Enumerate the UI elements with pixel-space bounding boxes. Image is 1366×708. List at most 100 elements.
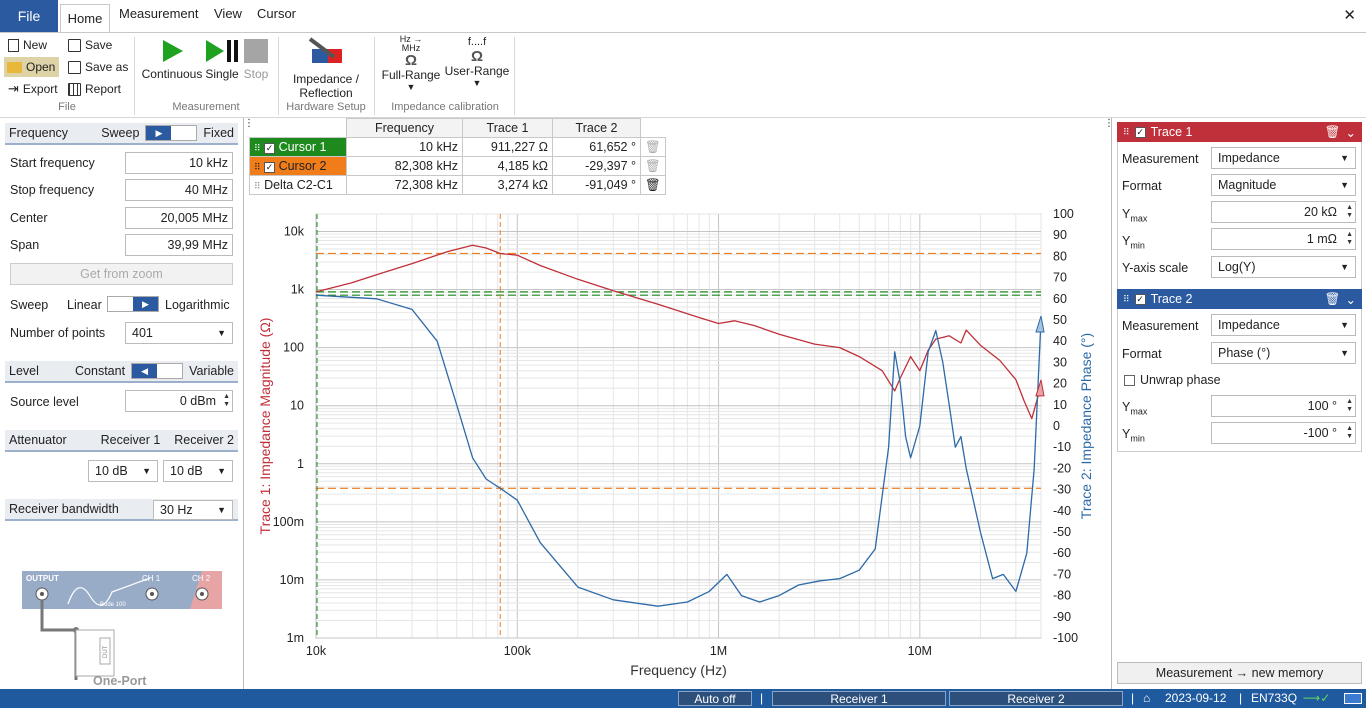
- status-date: 2023-09-12: [1165, 691, 1227, 705]
- spinner-icon[interactable]: ▲ ▼: [1346, 425, 1353, 441]
- trash-icon[interactable]: 🗑: [640, 175, 666, 195]
- status-bar: Auto off | Receiver 1 Receiver 2 | ⌂ 202…: [0, 689, 1366, 708]
- impedance-chart[interactable]: 10k 100k 1M 10M10k1k100101100m10m1m10090807…: [248, 200, 1108, 688]
- y2-tick-label: -40: [1053, 504, 1071, 518]
- grip-icon: ⠿: [1123, 293, 1130, 304]
- tab-home[interactable]: Home: [60, 4, 110, 32]
- trace2-format-label: Format: [1122, 347, 1162, 361]
- y2-tick-label: -100: [1053, 631, 1078, 645]
- spinner-icon[interactable]: ▲ ▼: [1346, 231, 1353, 247]
- checkbox-icon[interactable]: [1124, 374, 1135, 386]
- chevron-down-icon: ▼: [472, 78, 482, 88]
- checkbox-icon[interactable]: ✓: [264, 143, 276, 154]
- user-range-button[interactable]: f....f Ω User-Range ▼: [444, 35, 510, 88]
- continuous-button[interactable]: Continuous: [140, 38, 204, 81]
- export-icon: ⇥: [8, 81, 19, 96]
- table-row[interactable]: ⠿ Delta C2-C1 72,308 kHz 3,274 kΩ -91,04…: [249, 175, 666, 195]
- trash-icon[interactable]: 🗑: [1325, 125, 1341, 140]
- cursor2-frequency: 82,308 kHz: [346, 156, 463, 176]
- menu-bar: File Home Measurement View Cursor ✕: [0, 0, 1366, 32]
- cursor2-trace2: -29,397 °: [552, 156, 641, 176]
- impedance-reflection-button[interactable]: Impedance / Reflection: [282, 35, 370, 100]
- start-frequency-label: Start frequency: [10, 156, 95, 170]
- attenuator-receiver1-select[interactable]: 10 dB ▼: [88, 460, 158, 482]
- stop-button[interactable]: Stop: [242, 38, 270, 81]
- auto-off-button[interactable]: Auto off: [678, 691, 752, 706]
- left-panel: Frequency Sweep ▶ Fixed Start frequency …: [0, 118, 244, 689]
- delta-label: ⠿ Delta C2-C1: [249, 175, 347, 195]
- file-group-label: File: [58, 101, 76, 113]
- start-frequency-input[interactable]: 10 kHz: [125, 152, 233, 174]
- trace2-format-select[interactable]: Phase (°) ▼: [1211, 342, 1356, 364]
- ribbon-separator: [278, 37, 279, 115]
- spinner-icon[interactable]: ▲ ▼: [223, 393, 230, 409]
- source-level-label: Source level: [10, 395, 79, 409]
- new-memory-button[interactable]: Measurement → new memory: [1117, 662, 1362, 684]
- new-button[interactable]: New: [8, 38, 47, 52]
- tab-view[interactable]: View: [214, 6, 242, 21]
- constant-variable-toggle[interactable]: ◀: [131, 363, 184, 379]
- trace2-ymin-input[interactable]: -100 ° ▲ ▼: [1211, 422, 1356, 444]
- unwrap-phase-checkbox[interactable]: Unwrap phase: [1124, 373, 1221, 387]
- cursor1-label[interactable]: ⠿ ✓ Cursor 1: [249, 137, 347, 157]
- center-input[interactable]: 20,005 MHz: [125, 207, 233, 229]
- trace1-measurement-select[interactable]: Impedance ▼: [1211, 147, 1356, 169]
- trace1-scale-select[interactable]: Log(Y) ▼: [1211, 256, 1356, 278]
- export-button[interactable]: ⇥ Export: [8, 81, 58, 97]
- cursor2-label[interactable]: ⠿ ✓ Cursor 2: [249, 156, 347, 176]
- trace2-header[interactable]: ⠿ ✓ Trace 2 🗑 ⌄: [1117, 289, 1362, 309]
- trace2-ymax-input[interactable]: 100 ° ▲ ▼: [1211, 395, 1356, 417]
- trash-icon[interactable]: 🗑: [1325, 292, 1341, 307]
- checkbox-icon[interactable]: ✓: [1134, 293, 1146, 305]
- device-id: EN733Q: [1251, 691, 1298, 705]
- number-of-points-select[interactable]: 401 ▼: [125, 322, 233, 344]
- spinner-icon[interactable]: ▲ ▼: [1346, 204, 1353, 220]
- chevron-down-icon[interactable]: ⌄: [1346, 292, 1356, 307]
- open-button[interactable]: Open: [4, 57, 59, 77]
- play-icon: [163, 40, 183, 62]
- wrench-icon: [308, 37, 342, 63]
- y-axis-label: Trace 1: Impedance Magnitude (Ω): [257, 318, 273, 535]
- number-of-points-label: Number of points: [10, 326, 106, 340]
- trace1-header[interactable]: ⠿ ✓ Trace 1 🗑 ⌄: [1117, 122, 1362, 142]
- table-row[interactable]: ⠿ ✓ Cursor 2 82,308 kHz 4,185 kΩ -29,397…: [249, 156, 666, 176]
- trace1-format-select[interactable]: Magnitude ▼: [1211, 174, 1356, 196]
- close-icon[interactable]: ✕: [1343, 6, 1356, 24]
- checkbox-icon[interactable]: ✓: [1134, 126, 1146, 138]
- tab-cursor[interactable]: Cursor: [257, 6, 296, 21]
- trace1-ymax-input[interactable]: 20 kΩ ▲ ▼: [1211, 201, 1356, 223]
- table-row[interactable]: ⠿ ✓ Cursor 1 10 kHz 911,227 Ω 61,652 ° 🗑: [249, 137, 666, 157]
- trace2-measurement-select[interactable]: Impedance ▼: [1211, 314, 1356, 336]
- file-tab[interactable]: File: [0, 0, 58, 32]
- bandwidth-select[interactable]: 30 Hz ▼: [153, 500, 233, 520]
- trash-icon[interactable]: 🗑: [640, 156, 666, 176]
- trace1-ymin-input[interactable]: 1 mΩ ▲ ▼: [1211, 228, 1356, 250]
- single-button[interactable]: Single: [204, 38, 240, 81]
- chevron-down-icon: ▼: [1340, 262, 1349, 272]
- spinner-icon[interactable]: ▲ ▼: [1346, 398, 1353, 414]
- trash-icon[interactable]: 🗑: [640, 137, 666, 157]
- stop-frequency-input[interactable]: 40 MHz: [125, 179, 233, 201]
- chevron-down-icon[interactable]: ⌄: [1346, 125, 1356, 140]
- get-from-zoom-button[interactable]: Get from zoom: [10, 263, 233, 285]
- checkbox-icon[interactable]: ✓: [264, 162, 276, 173]
- y-tick-label: 100: [283, 341, 304, 355]
- report-button[interactable]: Report: [68, 82, 121, 96]
- save-button[interactable]: Save: [68, 38, 112, 52]
- source-level-input[interactable]: 0 dBm ▲ ▼: [125, 390, 233, 412]
- x-tick-label: 10k: [306, 644, 327, 658]
- chevron-down-icon: ▼: [217, 328, 226, 338]
- sweep-fixed-toggle[interactable]: ▶: [145, 125, 198, 141]
- y2-tick-label: -90: [1053, 610, 1071, 624]
- chevron-down-icon: ▼: [1340, 153, 1349, 163]
- attenuator-receiver2-select[interactable]: 10 dB ▼: [163, 460, 233, 482]
- linear-log-toggle[interactable]: ▶: [107, 296, 159, 312]
- cursor-table-header: Frequency Trace 1 Trace 2: [250, 118, 666, 138]
- trace1-measurement-label: Measurement: [1122, 152, 1199, 166]
- span-input[interactable]: 39,99 MHz: [125, 234, 233, 256]
- save-as-button[interactable]: Save as: [68, 60, 128, 74]
- full-range-button[interactable]: Hz → MHz Ω Full-Range ▼: [380, 35, 442, 93]
- tab-measurement[interactable]: Measurement: [119, 6, 198, 21]
- calendar-icon: ⌂: [1143, 691, 1151, 705]
- status-separator: |: [1131, 691, 1135, 705]
